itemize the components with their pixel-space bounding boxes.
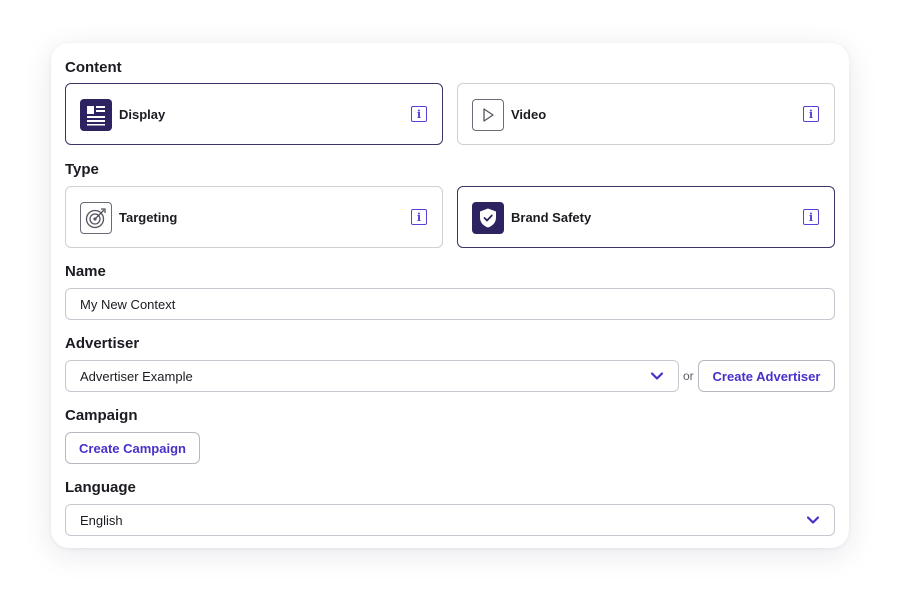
info-icon[interactable]: i (803, 106, 819, 122)
language-select[interactable]: English (65, 504, 835, 536)
content-option-video[interactable]: Video i (457, 83, 835, 145)
advertiser-select-value: Advertiser Example (80, 369, 193, 384)
advertiser-select[interactable]: Advertiser Example (65, 360, 679, 392)
info-icon[interactable]: i (803, 209, 819, 225)
chevron-down-icon (650, 372, 664, 380)
language-label: Language (65, 479, 136, 496)
info-icon[interactable]: i (411, 106, 427, 122)
type-option-brand-safety-label: Brand Safety (511, 210, 592, 225)
type-option-brand-safety[interactable]: Brand Safety i (457, 186, 835, 248)
display-icon (80, 99, 112, 131)
create-advertiser-button[interactable]: Create Advertiser (698, 360, 835, 392)
create-campaign-button[interactable]: Create Campaign (65, 432, 200, 464)
type-option-targeting[interactable]: Targeting i (65, 186, 443, 248)
shield-icon (472, 202, 504, 234)
type-option-targeting-label: Targeting (119, 210, 178, 225)
chevron-down-icon (806, 516, 820, 524)
campaign-label: Campaign (65, 407, 138, 424)
play-icon (472, 99, 504, 131)
name-label: Name (65, 263, 106, 280)
content-option-video-label: Video (511, 107, 547, 122)
advertiser-label: Advertiser (65, 335, 140, 352)
name-input[interactable]: My New Context (65, 288, 835, 320)
name-input-value: My New Context (80, 297, 176, 312)
language-select-value: English (80, 513, 123, 528)
type-label: Type (65, 161, 99, 178)
or-separator: or (683, 369, 694, 383)
content-label: Content (65, 59, 122, 76)
info-icon[interactable]: i (411, 209, 427, 225)
content-option-display-label: Display (119, 107, 166, 122)
target-icon (80, 202, 112, 234)
content-option-display[interactable]: Display i (65, 83, 443, 145)
